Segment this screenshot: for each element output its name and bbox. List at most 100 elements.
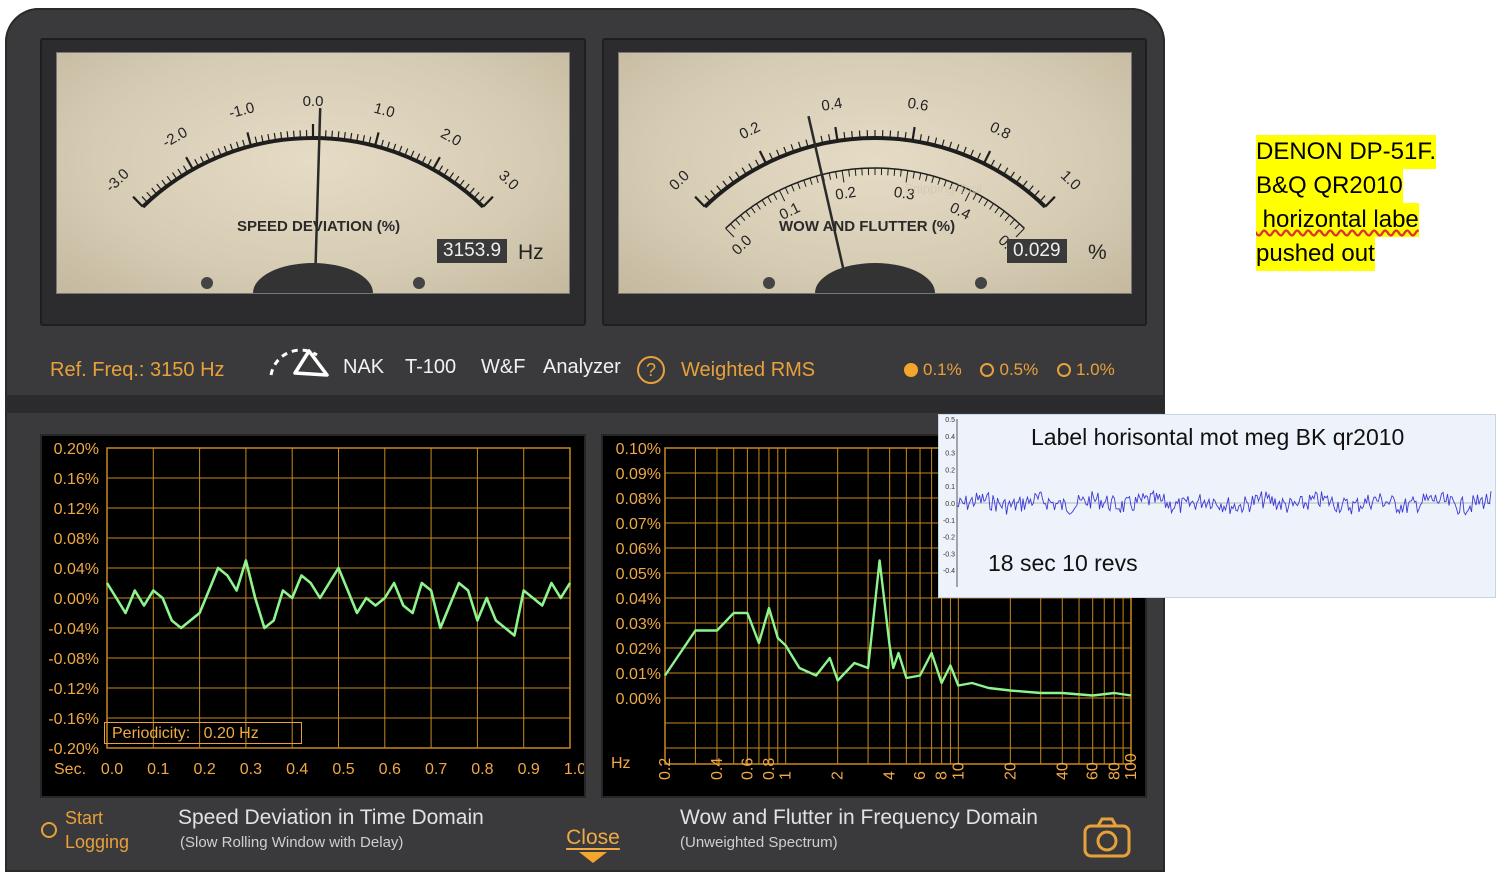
- freq-graph-title: Wow and Flutter in Frequency Domain: [680, 806, 1038, 829]
- nak-label: NAK: [343, 356, 385, 378]
- close-button[interactable]: Close: [561, 826, 625, 869]
- start-logging-label-1: Start: [65, 808, 104, 828]
- x-tick-label: 0.7: [425, 761, 447, 778]
- time-graph-subtitle: (Slow Rolling Window with Delay): [180, 834, 404, 851]
- x-tick-label: 0.5: [332, 761, 354, 778]
- note-line-1: DENON DP-51F.: [1256, 135, 1437, 169]
- radio-selected-icon: [904, 363, 918, 377]
- weighting-mode-button[interactable]: Weighted RMS: [681, 359, 815, 382]
- meter-scale-label: 0.6: [906, 95, 929, 115]
- meter-inner-tick: [918, 172, 922, 180]
- start-logging-label-2: Logging: [65, 832, 130, 852]
- x-tick-label: 0.0: [101, 761, 123, 778]
- periodicity-label: Periodicity:: [112, 725, 191, 742]
- camera-icon[interactable]: [1082, 816, 1132, 858]
- meter-tick: [146, 191, 153, 199]
- y-tick-label: -0.20%: [48, 741, 99, 758]
- meter-tick: [735, 171, 741, 179]
- y-tick-label: 0.06%: [616, 541, 661, 558]
- y-tick-label: 0.07%: [616, 516, 661, 533]
- inset-y-label: -0.2: [943, 535, 955, 542]
- help-button[interactable]: ?: [637, 356, 665, 384]
- range-option-1-0[interactable]: 1.0%: [1056, 360, 1115, 379]
- y-tick-label: 0.03%: [616, 616, 661, 633]
- y-tick-label: 0.00%: [54, 591, 99, 608]
- inset-y-label: 0.0: [945, 501, 955, 508]
- inset-y-label: 0.3: [945, 451, 955, 458]
- meter-scale-label: 0.0: [666, 167, 693, 194]
- periodicity-value: 0.20 Hz: [203, 725, 259, 742]
- meter-tick: [156, 183, 163, 191]
- y-tick-label: 0.05%: [616, 566, 661, 583]
- y-tick-label: 0.08%: [54, 531, 99, 548]
- meter-inner-tick: [841, 170, 845, 183]
- x-tick-label: 6: [912, 771, 929, 780]
- x-tick-label: 0.2: [193, 761, 215, 778]
- y-tick-label: 0.04%: [616, 591, 661, 608]
- x-tick-label: 60: [1085, 762, 1102, 780]
- inset-y-label: 0.2: [945, 467, 955, 474]
- meter-inner-tick: [899, 169, 902, 177]
- meter-inner-tick: [999, 210, 1005, 218]
- y-tick-label: 0.00%: [616, 691, 661, 708]
- speed-meter-face: SPEED DEVIATION (%) -3.0 -2.0 -1.0 0.0 1.0 2.…: [56, 52, 570, 294]
- meter-tick: [161, 179, 168, 187]
- range-option-0-1[interactable]: 0.1%: [904, 360, 962, 379]
- meter-tick: [896, 131, 899, 140]
- meter-scale-arc: [141, 136, 485, 209]
- meter-tick: [1033, 190, 1040, 198]
- inset-y-label: -0.1: [943, 518, 955, 525]
- range-option-0-5[interactable]: 0.5%: [980, 360, 1038, 379]
- speed-meter-title: SPEED DEVIATION (%): [237, 218, 400, 235]
- meter-scale-label: 1.0: [1057, 167, 1084, 194]
- meter-screw: [413, 277, 425, 289]
- note-line-4: pushed out: [1256, 237, 1375, 271]
- meter-inner-tick: [1014, 223, 1020, 230]
- y-tick-label: 0.04%: [54, 561, 99, 578]
- analyzer-label: Analyzer: [543, 356, 621, 378]
- x-tick-label: 0.6: [379, 761, 401, 778]
- meter-tick: [834, 126, 839, 142]
- y-tick-label: 0.09%: [616, 466, 661, 483]
- meter-inner-label: 0.2: [834, 184, 857, 204]
- meter-scale-label: 0.2: [737, 119, 763, 144]
- meter-inner-tick: [835, 171, 838, 179]
- meter-screw: [975, 277, 987, 289]
- inset-y-label: -0.3: [943, 551, 955, 558]
- meter-tick: [911, 126, 916, 142]
- meter-inner-tick: [725, 227, 735, 238]
- x-unit-label: Hz: [611, 755, 631, 772]
- inset-caption: 18 sec 10 revs: [988, 550, 1138, 576]
- meter-inner-tick: [1004, 214, 1010, 222]
- x-unit-label: Sec.: [54, 761, 86, 778]
- meter-inner-tick: [1015, 227, 1025, 238]
- x-tick-label: 40: [1054, 762, 1071, 780]
- meter-scale-label: 2.0: [438, 125, 465, 150]
- y-tick-label: -0.12%: [48, 681, 99, 698]
- meter-tick: [1039, 195, 1046, 203]
- meter-tick: [722, 180, 729, 188]
- meter-scale-label: -3.0: [102, 165, 132, 195]
- meter-tick: [478, 196, 485, 203]
- y-tick-label: 0.08%: [616, 491, 661, 508]
- x-tick-label: 0.4: [709, 758, 726, 780]
- meter-scale-label: 0.0: [303, 93, 324, 110]
- freq-graph-subtitle: (Unweighted Spectrum): [680, 834, 838, 851]
- model-label: T-100: [405, 356, 457, 378]
- meter-tick: [286, 131, 289, 140]
- meter-inner-tick: [912, 171, 915, 179]
- x-tick-label: 0.9: [518, 761, 540, 778]
- range-label: 1.0%: [1075, 360, 1115, 379]
- meter-tick: [246, 132, 253, 147]
- x-tick-label: 0.3: [240, 761, 262, 778]
- meter-inner-tick: [854, 168, 857, 176]
- close-arrow-icon: [579, 852, 607, 863]
- meter-tick: [851, 131, 854, 140]
- y-tick-label: 0.16%: [54, 471, 99, 488]
- y-tick-label: -0.08%: [48, 651, 99, 668]
- range-label: 0.5%: [999, 360, 1039, 379]
- close-label: Close: [566, 826, 620, 849]
- x-tick-label: 2: [830, 771, 847, 780]
- meter-tick: [1021, 180, 1028, 188]
- inset-title: Label horisontal mot meg BK qr2010: [1031, 424, 1405, 450]
